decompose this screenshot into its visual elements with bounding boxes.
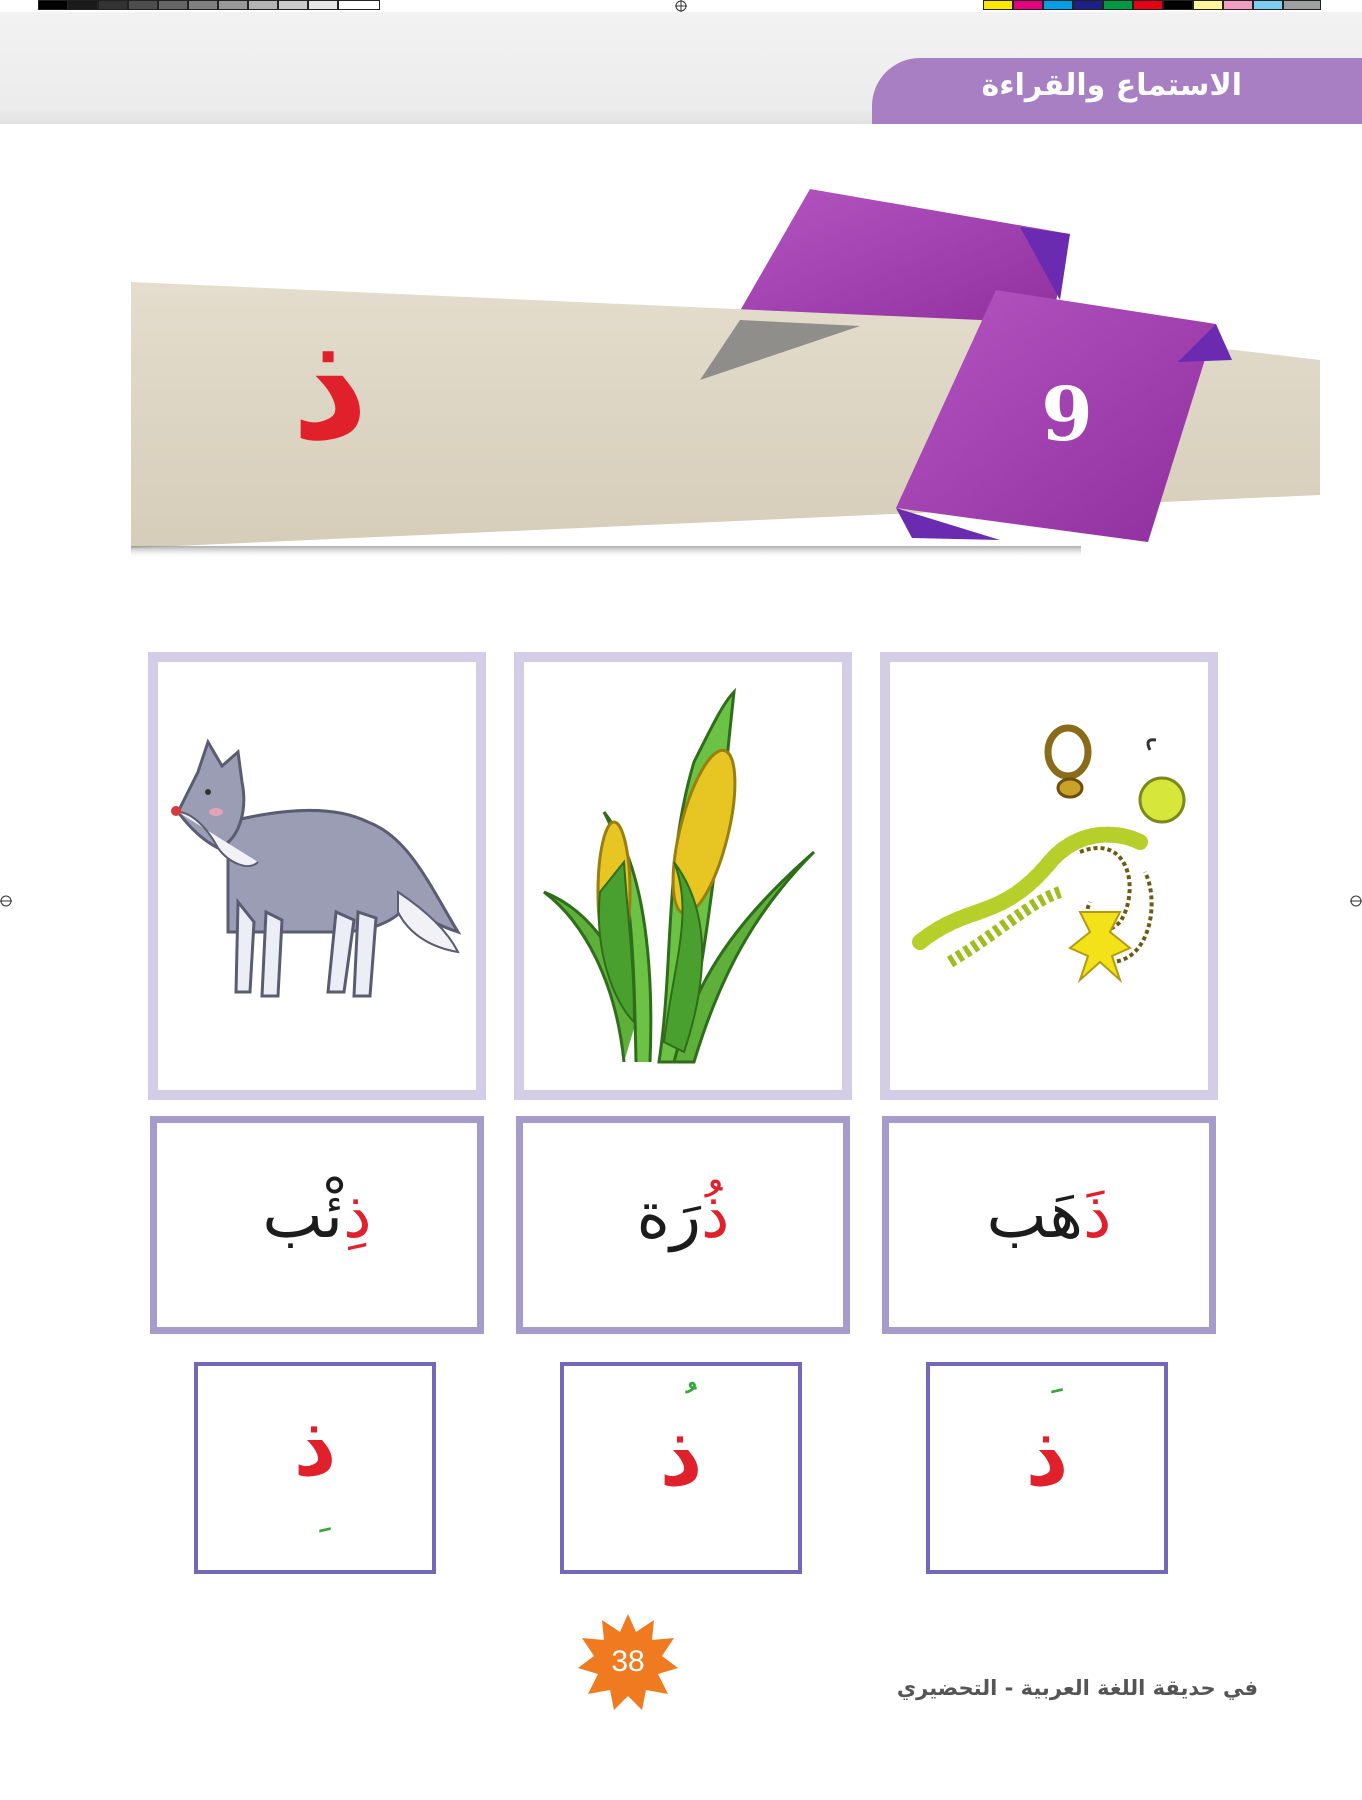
word-first-letter: ذَ bbox=[1083, 1179, 1112, 1253]
word-rest: رَة bbox=[636, 1179, 701, 1253]
corn-icon bbox=[543, 687, 816, 1064]
letter-glyph: ذ bbox=[1025, 1407, 1069, 1505]
picture-card-wolf bbox=[148, 652, 486, 1100]
word-wolf: ذِئْب bbox=[157, 1175, 477, 1258]
word-card-gold: ذَهَب bbox=[882, 1116, 1216, 1334]
word-card-corn: ذُرَة bbox=[516, 1116, 850, 1334]
page-number: 38 bbox=[611, 1645, 645, 1678]
letter-card-kasra: ذ ِ bbox=[194, 1362, 436, 1574]
word-first-letter: ذُ bbox=[700, 1179, 730, 1253]
word-first-letter: ذِ bbox=[343, 1179, 372, 1253]
word-rest: هَب bbox=[986, 1179, 1084, 1253]
vowel-mark-kasra: ِ bbox=[198, 1494, 432, 1534]
book-title: في حديقة اللغة العربية - التحضيري bbox=[896, 1676, 1258, 1700]
word-rest: ئْب bbox=[262, 1179, 344, 1253]
word-card-wolf: ذِئْب bbox=[150, 1116, 484, 1334]
letter-glyph: ذ bbox=[293, 1397, 337, 1495]
wolf-icon bbox=[171, 738, 462, 998]
letter-glyph: ذ bbox=[659, 1407, 703, 1505]
picture-card-gold bbox=[880, 652, 1218, 1100]
picture-card-corn bbox=[514, 652, 852, 1100]
letter-card-damma: ُ ذ bbox=[560, 1362, 802, 1574]
letter-card-fatha: َ ذ bbox=[926, 1362, 1168, 1574]
registration-mark-icon bbox=[0, 895, 12, 907]
lesson-letter: ذ bbox=[291, 300, 369, 474]
registration-mark-icon bbox=[1350, 895, 1362, 907]
gold-jewelry-icon bbox=[912, 724, 1186, 984]
word-corn: ذُرَة bbox=[523, 1175, 843, 1258]
lesson-banner bbox=[131, 189, 1320, 558]
word-gold: ذَهَب bbox=[889, 1175, 1209, 1258]
lesson-number: 9 bbox=[1041, 372, 1093, 458]
section-title: الاستماع والقراءة bbox=[981, 68, 1242, 103]
